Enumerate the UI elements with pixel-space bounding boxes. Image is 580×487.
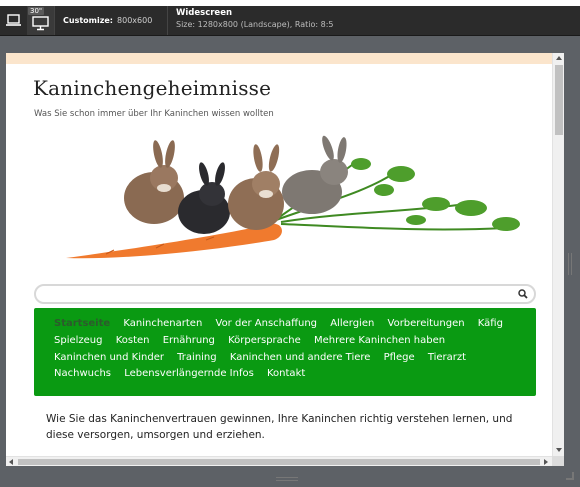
horizontal-scrollbar[interactable] — [6, 456, 552, 466]
responsive-toolbar: 30" Customize: 800x600 Widescreen Size: … — [0, 6, 580, 36]
laptop-icon — [6, 14, 21, 26]
site-title[interactable]: Kaninchengeheimnisse — [33, 76, 271, 100]
nav-item-ernaehrung[interactable]: Ernährung — [163, 335, 215, 346]
vertical-scroll-thumb[interactable] — [555, 65, 563, 135]
site-tagline: Was Sie schon immer über Ihr Kaninchen w… — [34, 109, 274, 119]
rabbits-with-carrot-image — [66, 135, 520, 259]
customize-size[interactable]: Customize: 800x600 — [55, 6, 167, 35]
horizontal-scroll-thumb[interactable] — [18, 459, 540, 465]
search-box[interactable] — [34, 284, 536, 307]
nav-item-startseite[interactable]: Startseite — [54, 318, 110, 329]
customize-label: Customize: — [63, 16, 114, 25]
device-spec: Size: 1280x800 (Landscape), Ratio: 8:5 — [176, 20, 334, 29]
scrollbar-corner — [552, 456, 564, 466]
intro-text: Wie Sie das Kaninchenvertrauen gewinnen,… — [46, 413, 513, 441]
nav-item-kosten[interactable]: Kosten — [116, 335, 150, 346]
nav-item-training[interactable]: Training — [177, 352, 216, 363]
nav-item-kaefig[interactable]: Käfig — [478, 318, 503, 329]
nav-item-allergien[interactable]: Allergien — [330, 318, 374, 329]
nav-item-lebensverlaengernde-infos[interactable]: Lebensverlängernde Infos — [124, 368, 254, 379]
nav-item-mehrere-kaninchen[interactable]: Mehrere Kaninchen haben — [314, 335, 445, 346]
nav-item-kaninchen-und-kinder[interactable]: Kaninchen und Kinder — [54, 352, 164, 363]
device-name: Widescreen — [176, 8, 233, 18]
scroll-right-arrow-icon[interactable] — [544, 459, 548, 465]
laptop-view-button[interactable] — [0, 6, 27, 35]
page-content: Kaninchengeheimnisse Was Sie schon immer… — [6, 64, 552, 456]
nav-item-andere-tiere[interactable]: Kaninchen und andere Tiere — [230, 352, 371, 363]
nav-item-kontakt[interactable]: Kontakt — [267, 368, 305, 379]
scroll-up-arrow-icon[interactable] — [556, 56, 562, 60]
header-band — [6, 53, 552, 64]
customize-value: 800x600 — [117, 16, 153, 25]
nav-item-koerpersprache[interactable]: Körpersprache — [228, 335, 301, 346]
vertical-scrollbar[interactable] — [552, 53, 564, 456]
viewport-frame: Kaninchengeheimnisse Was Sie schon immer… — [6, 53, 564, 466]
nav-item-vorbereitungen[interactable]: Vorbereitungen — [388, 318, 465, 329]
device-info: Widescreen Size: 1280x800 (Landscape), R… — [168, 6, 342, 35]
nav-item-kaninchenarten[interactable]: Kaninchenarten — [123, 318, 202, 329]
nav-item-tierarzt[interactable]: Tierarzt — [428, 352, 466, 363]
screen-size-badge: 30" — [28, 7, 45, 15]
resize-corner-handle[interactable] — [566, 472, 574, 480]
scroll-left-arrow-icon[interactable] — [9, 459, 13, 465]
nav-item-nachwuchs[interactable]: Nachwuchs — [54, 368, 111, 379]
resize-bottom-handle[interactable] — [276, 477, 298, 481]
magnifier-icon[interactable] — [518, 289, 528, 299]
nav-item-spielzeug[interactable]: Spielzeug — [54, 335, 103, 346]
scroll-down-arrow-icon[interactable] — [556, 448, 562, 452]
desktop-view-button[interactable]: 30" — [27, 6, 54, 35]
nav-item-pflege[interactable]: Pflege — [384, 352, 415, 363]
search-input[interactable] — [36, 291, 506, 307]
resize-right-handle[interactable] — [568, 253, 572, 275]
main-navigation: Startseite Kaninchenarten Vor der Anscha… — [34, 308, 536, 396]
desktop-icon — [32, 16, 49, 31]
nav-item-vor-der-anschaffung[interactable]: Vor der Anschaffung — [216, 318, 318, 329]
